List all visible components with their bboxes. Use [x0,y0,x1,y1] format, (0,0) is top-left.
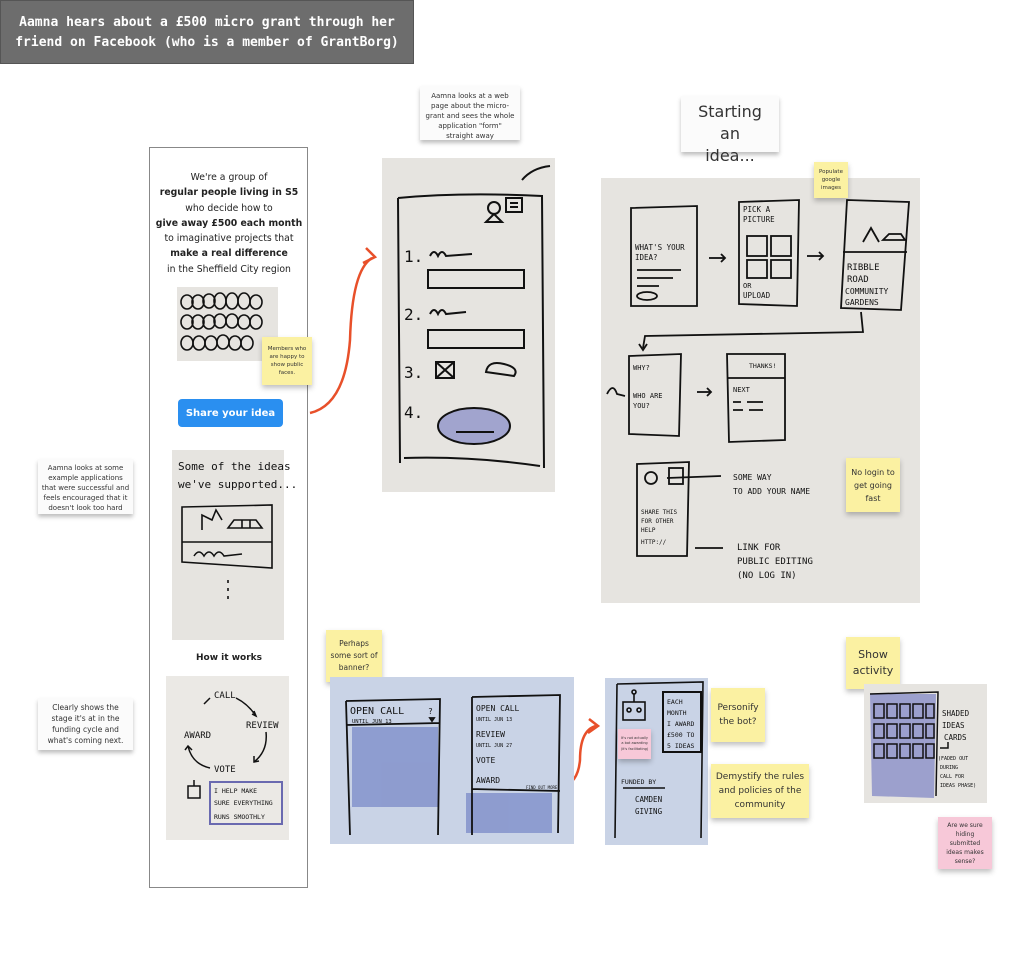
flow-label: HTTP:// [641,539,667,546]
personify-sticky: Personify the bot? [711,688,765,742]
bot-speech: I AWARD [667,720,694,728]
flow-label: OR [743,282,752,290]
show-activity-sticky: Show activity [846,637,900,689]
activity-note: DURING [940,765,958,771]
google-images-sticky: Populate google images [814,162,848,198]
banner-stage: VOTE [476,756,495,765]
flow-label: GARDENS [845,298,879,307]
banner-left-title: OPEN CALL [350,706,404,717]
flow-label: COMMUNITY [845,287,889,296]
activity-note: IDEAS PHASE) [940,783,976,789]
banner-drawing: OPEN CALL UNTIL JUN 13 ? OPEN CALL UNTIL… [345,694,561,836]
activity-note: CALL FOR [940,774,965,780]
activity-sketch: SHADED IDEAS CARDS (FADED OUT DURING CAL… [864,684,987,803]
flow-label: SHARE THIS [641,509,678,516]
flow-label: TO ADD YOUR NAME [733,487,810,496]
idea-flow-sketch: WHAT'S YOUR IDEA? PICK A PICTURE OR UPLO… [601,178,920,603]
arrow-to-form [309,256,373,415]
arrow-to-form-head [362,247,378,265]
funder-name: CAMDEN [635,795,662,804]
form-step: 1. [404,247,423,266]
flow-label: IDEA? [635,253,658,262]
flow-label: FOR OTHER [641,518,674,525]
banner-help-icon: ? [428,707,433,716]
flow-label: PICTURE [743,215,775,224]
funded-by-label: FUNDED BY [621,778,656,786]
flow-label: WHO ARE [633,392,663,400]
flow-label: PUBLIC EDITING [737,557,813,567]
funder-name: GIVING [635,807,663,816]
form-step: 2. [404,305,423,324]
flow-label: SOME WAY [733,473,772,482]
banner-stage: REVIEW [476,730,505,739]
no-login-sticky: No login to get going fast [846,458,900,512]
bot-speech: 5 IDEAS [667,742,694,750]
banner-stage: AWARD [476,776,500,785]
flow-label: NEXT [733,386,751,394]
bot-drawing: EACH MONTH I AWARD £500 TO 5 IDEAS FUNDE… [614,681,704,839]
activity-label: SHADED [942,709,970,718]
flow-label: RIBBLE [847,263,880,273]
banner-left-sub: UNTIL JUN 13 [352,719,392,725]
activity-label: IDEAS [942,721,965,730]
banner-sticky: Perhaps some sort of banner? [326,630,382,682]
flow-label: PICK A [743,205,771,214]
flow-label: HELP [641,527,656,534]
form-step: 3. [404,363,423,382]
activity-drawing: SHADED IDEAS CARDS (FADED OUT DURING CAL… [869,691,976,798]
not-bot-sticky: It's not actually a bot awarding (it's f… [618,729,651,759]
bot-speech: EACH [667,698,683,706]
banner-sketch: OPEN CALL UNTIL JUN 13 ? OPEN CALL UNTIL… [330,677,574,844]
activity-label: CARDS [944,733,967,742]
flow-label: WHY? [633,364,650,372]
find-out-more-link: FIND OUT MORE [526,785,558,790]
flow-label: THANKS! [749,362,776,370]
flow-label: (NO LOG IN) [737,571,797,581]
demystify-sticky: Demystify the rules and policies of the … [711,764,809,818]
bot-speech: MONTH [667,709,687,717]
flow-drawing: WHAT'S YOUR IDEA? PICK A PICTURE OR UPLO… [606,199,910,581]
hiding-ideas-sticky: Are we sure hiding submitted ideas makes… [938,817,992,869]
bot-sketch: EACH MONTH I AWARD £500 TO 5 IDEAS FUNDE… [605,678,708,845]
form-step: 4. [404,403,423,422]
flow-label: LINK FOR [737,543,781,553]
bot-speech: £500 TO [667,731,694,739]
flow-label: ROAD [847,275,869,285]
activity-note: (FADED OUT [938,756,968,762]
flow-label: YOU? [633,402,650,410]
form-drawing: 1. 2. 3. 4. [397,165,551,469]
banner-stage: OPEN CALL [476,704,520,713]
flow-label: UPLOAD [743,291,771,300]
banner-stage: UNTIL JUN 13 [476,717,512,723]
application-form-sketch: 1. 2. 3. 4. [382,158,555,492]
banner-stage: UNTIL JUN 27 [476,743,512,749]
flow-label: WHAT'S YOUR [635,243,685,252]
